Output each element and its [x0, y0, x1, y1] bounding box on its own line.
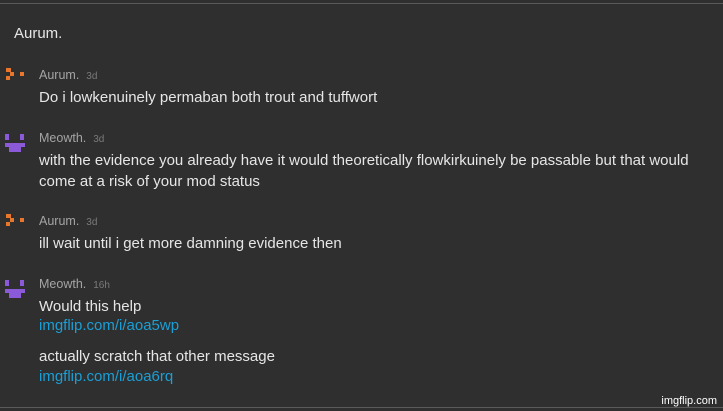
bottom-divider: [0, 407, 723, 408]
message-meta: Meowth. 16h: [39, 277, 110, 291]
message-meta: Aurum. 3d: [39, 68, 97, 82]
message-text: ill wait until i get more damning eviden…: [39, 235, 342, 252]
timestamp: 16h: [93, 280, 110, 291]
message-meta: Aurum. 3d: [39, 214, 97, 228]
message-text: come at a risk of your mod status: [39, 173, 260, 190]
pixel-cat-purple-icon[interactable]: [4, 280, 26, 300]
pixel-cat-purple-icon[interactable]: [4, 134, 26, 154]
pixel-face-orange-icon[interactable]: [4, 214, 26, 234]
thread-title: Aurum.: [14, 25, 63, 42]
username[interactable]: Meowth.: [39, 131, 86, 145]
timestamp: 3d: [86, 217, 98, 228]
username[interactable]: Aurum.: [39, 68, 79, 82]
watermark: imgflip.com: [661, 395, 717, 407]
message-text: Would this help: [39, 298, 142, 315]
timestamp: 3d: [86, 71, 98, 82]
timestamp: 3d: [93, 134, 105, 145]
message-text: actually scratch that other message: [39, 348, 275, 365]
image-link[interactable]: imgflip.com/i/aoa5wp: [39, 317, 179, 334]
username[interactable]: Aurum.: [39, 214, 79, 228]
message-text: Do i lowkenuinely permaban both trout an…: [39, 89, 378, 106]
pixel-face-orange-icon[interactable]: [4, 68, 26, 88]
image-link[interactable]: imgflip.com/i/aoa6rq: [39, 368, 173, 385]
message-text: with the evidence you already have it wo…: [39, 152, 689, 169]
username[interactable]: Meowth.: [39, 277, 86, 291]
top-divider: [0, 3, 723, 4]
message-meta: Meowth. 3d: [39, 131, 104, 145]
